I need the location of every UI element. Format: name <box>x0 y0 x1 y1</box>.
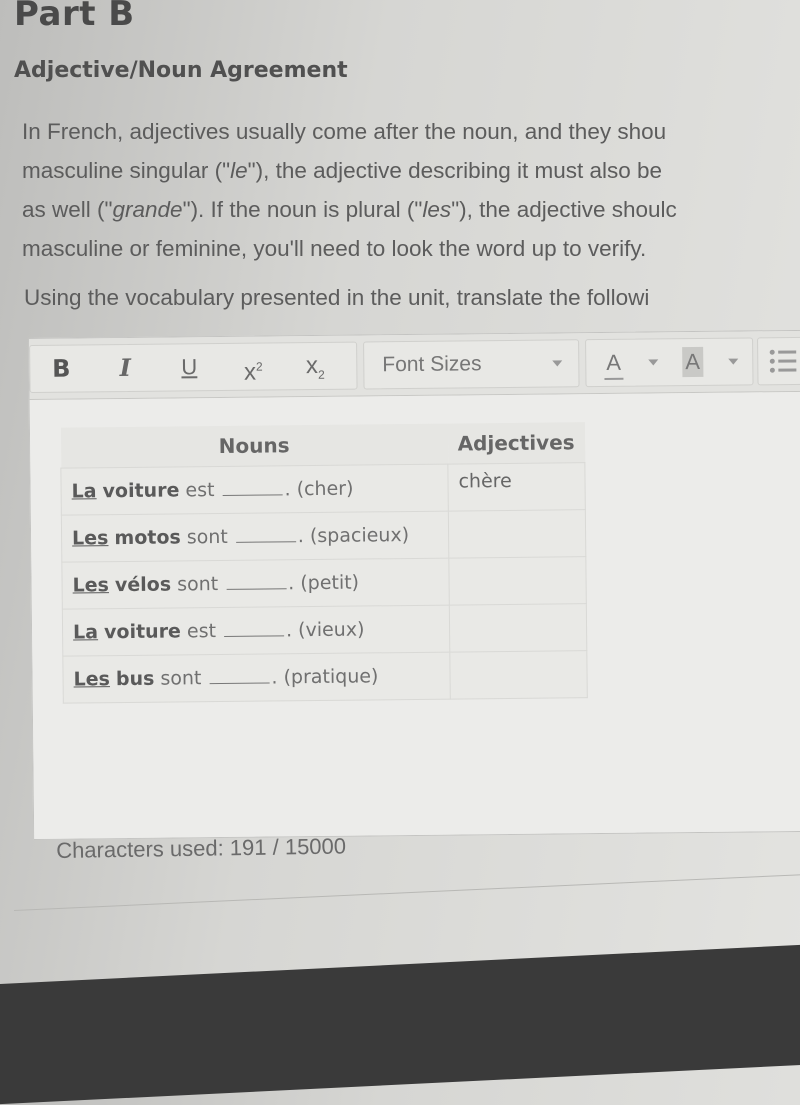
underline-button[interactable]: U <box>172 352 206 382</box>
character-counter: Characters used: 191 / 15000 <box>56 833 347 863</box>
text: "). If the noun is plural (" <box>182 197 423 222</box>
hint: . (pratique) <box>271 665 379 689</box>
noun-cell[interactable]: Les bus sont . (pratique) <box>62 652 451 704</box>
rich-text-editor[interactable]: B I U x2 x2 Font Sizes A A Nouns Adjecti… <box>28 329 800 840</box>
noun-cell[interactable]: La voiture est . (cher) <box>60 464 449 516</box>
adjective-cell[interactable] <box>448 509 586 559</box>
verb: est <box>185 479 215 502</box>
header-adjectives: Adjectives <box>447 422 585 465</box>
italic-term: les <box>422 197 452 222</box>
screen-bezel <box>0 942 800 1105</box>
paragraph-line: masculine singular ("le"), the adjective… <box>22 151 800 190</box>
blank-line <box>222 482 283 496</box>
paragraph-line: masculine or feminine, you'll need to lo… <box>22 229 800 268</box>
paragraph-line: as well ("grande"). If the noun is plura… <box>22 190 800 229</box>
superscript-label: x <box>243 358 257 386</box>
noun-cell[interactable]: La voiture est . (vieux) <box>62 605 450 657</box>
background-color-button[interactable]: A <box>682 346 704 378</box>
superscript-button[interactable]: x2 <box>236 351 270 386</box>
section-divider <box>14 873 800 911</box>
article: Les <box>72 574 110 597</box>
table-row: Les vélos sont . (petit) <box>61 556 587 610</box>
italic-button[interactable]: I <box>108 353 142 383</box>
bullet-list-icon[interactable] <box>768 348 798 374</box>
verb: sont <box>160 667 202 690</box>
adjective-cell[interactable] <box>449 650 588 700</box>
chevron-down-icon[interactable] <box>728 358 739 365</box>
adjective-cell[interactable]: chère <box>447 462 586 512</box>
text: as well (" <box>22 197 113 222</box>
color-button-group: A A <box>585 337 754 388</box>
table-row: Les bus sont . (pratique) <box>62 650 588 704</box>
verb: est <box>186 620 217 643</box>
paragraph-line: In French, adjectives usually come after… <box>22 112 800 151</box>
superscript-mark: 2 <box>255 359 263 374</box>
header-nouns: Nouns <box>60 423 448 469</box>
article: La <box>71 480 97 503</box>
font-sizes-dropdown[interactable]: Font Sizes <box>363 339 580 390</box>
hint: . (spacieux) <box>297 524 410 548</box>
bold-button[interactable]: B <box>44 353 78 383</box>
format-button-group: B I U x2 x2 <box>29 341 358 393</box>
hint: . (vieux) <box>285 618 365 642</box>
noun: motos <box>114 526 181 550</box>
text-color-button[interactable]: A <box>604 347 624 380</box>
noun-cell[interactable]: Les vélos sont . (petit) <box>61 558 450 610</box>
subscript-label: x <box>305 351 319 380</box>
italic-term: grande <box>112 197 183 222</box>
noun: voiture <box>102 479 180 503</box>
article: La <box>72 621 99 644</box>
noun: vélos <box>114 573 172 597</box>
blank-line <box>209 670 270 685</box>
blank-line <box>226 576 287 590</box>
editor-content[interactable]: Nouns Adjectives La voiture est . (cher)… <box>29 391 800 839</box>
font-sizes-label: Font Sizes <box>382 352 482 377</box>
noun: voiture <box>103 620 182 644</box>
table-row: Les motos sont . (spacieux) <box>61 509 586 563</box>
part-title: Part B <box>14 0 135 34</box>
section-title: Adjective/Noun Agreement <box>14 58 348 83</box>
instructions-paragraph: In French, adjectives usually come after… <box>22 112 800 268</box>
chevron-down-icon <box>552 360 563 367</box>
text: "), the adjective describing it must als… <box>247 158 663 183</box>
text: "), the adjective shoulc <box>451 197 677 222</box>
subscript-button[interactable]: x2 <box>298 351 332 382</box>
verb: sont <box>186 525 228 549</box>
subscript-mark: 2 <box>317 367 325 382</box>
table-row: La voiture est . (cher) chère <box>60 462 586 516</box>
italic-term: le <box>230 158 248 183</box>
list-button-group <box>757 336 800 386</box>
text: masculine or feminine, you'll need to lo… <box>22 236 647 261</box>
article: Les <box>71 527 109 550</box>
blank-line <box>223 623 285 637</box>
text: In French, adjectives usually come after… <box>22 119 667 144</box>
adjective-cell[interactable] <box>449 603 587 653</box>
table-header-row: Nouns Adjectives <box>60 422 585 469</box>
article: Les <box>73 668 111 691</box>
verb: sont <box>177 573 219 596</box>
noun: bus <box>115 667 155 691</box>
translation-instruction: Using the vocabulary presented in the un… <box>24 285 650 310</box>
noun-cell[interactable]: Les motos sont . (spacieux) <box>61 511 449 563</box>
chevron-down-icon[interactable] <box>648 359 659 366</box>
table-row: La voiture est . (vieux) <box>62 603 587 657</box>
hint: . (petit) <box>288 571 360 595</box>
agreement-table: Nouns Adjectives La voiture est . (cher)… <box>60 422 588 704</box>
editor-toolbar: B I U x2 x2 Font Sizes A A <box>29 330 800 400</box>
blank-line <box>235 529 296 543</box>
hint: . (cher) <box>284 477 354 501</box>
text: masculine singular (" <box>22 158 231 183</box>
adjective-cell[interactable] <box>448 556 587 606</box>
